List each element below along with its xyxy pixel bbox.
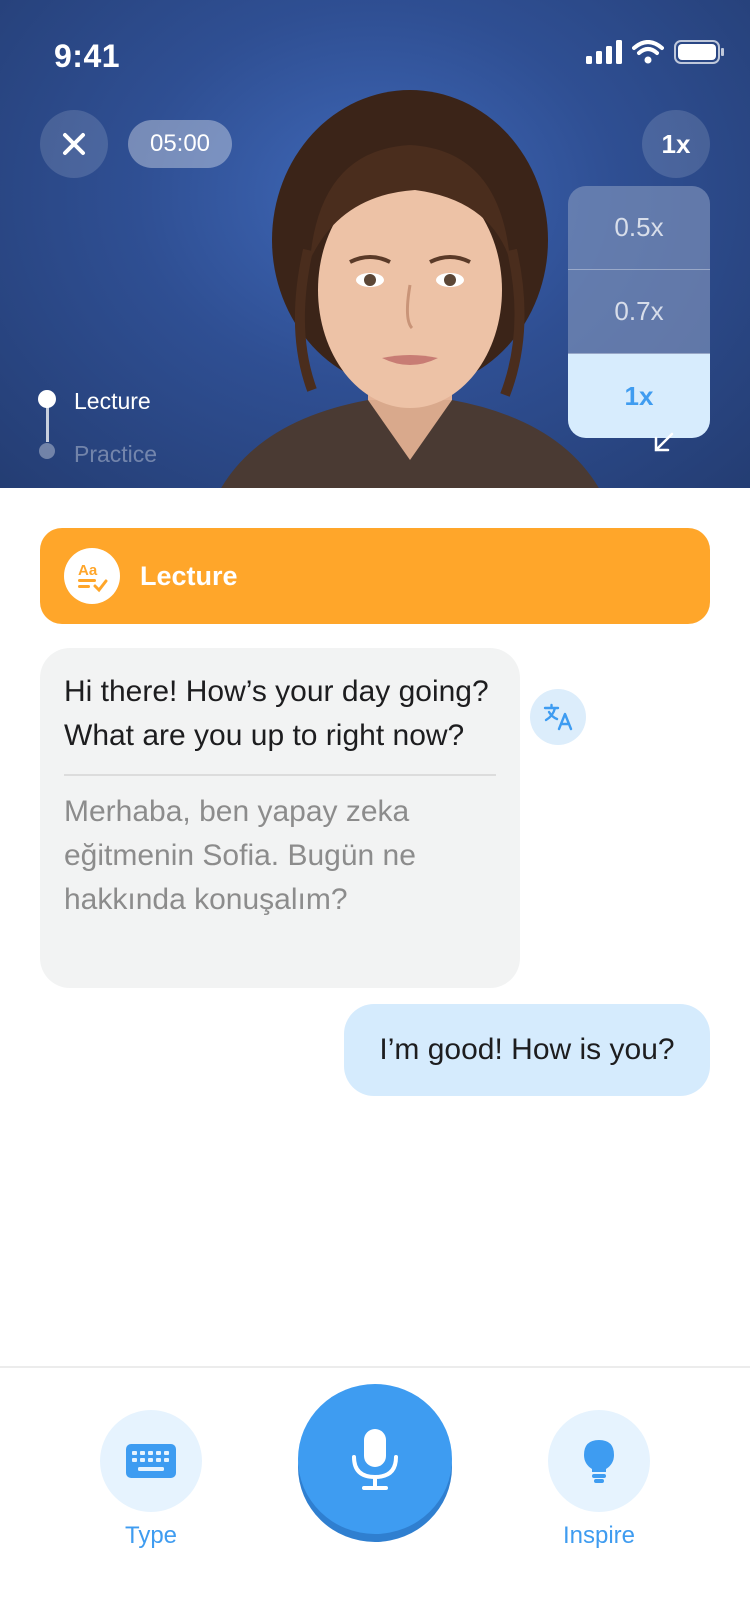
speed-option-0.7x[interactable]: 0.7x bbox=[568, 270, 710, 354]
microphone-button[interactable] bbox=[298, 1384, 452, 1534]
close-button[interactable] bbox=[40, 110, 108, 178]
text-check-icon: Aa bbox=[78, 562, 108, 593]
cellular-signal-icon bbox=[586, 40, 622, 64]
lecture-banner-title: Lecture bbox=[140, 560, 238, 591]
battery-icon bbox=[674, 40, 724, 64]
bottom-bar-divider bbox=[0, 1366, 750, 1368]
microphone-icon bbox=[352, 1429, 398, 1490]
inspire-button[interactable] bbox=[548, 1410, 650, 1512]
speed-menu: 0.5x 0.7x 1x bbox=[568, 186, 710, 438]
lecture-banner: Aa Lecture bbox=[40, 528, 710, 624]
svg-text:Aa: Aa bbox=[78, 562, 98, 579]
translate-button[interactable] bbox=[530, 689, 586, 745]
status-time: 9:41 bbox=[54, 38, 121, 74]
wifi-icon bbox=[632, 40, 664, 64]
step-dot-inactive bbox=[39, 443, 55, 459]
session-timer: 05:00 bbox=[128, 120, 232, 168]
type-label[interactable]: Type bbox=[81, 1522, 221, 1550]
lecture-badge: Aa bbox=[64, 548, 120, 604]
step-label-practice: Practice bbox=[74, 441, 158, 467]
step-label-lecture: Lecture bbox=[74, 388, 151, 414]
tutor-message-bubble: Hi there! How’s your day going? What are… bbox=[40, 648, 520, 988]
status-icons bbox=[586, 40, 724, 64]
keyboard-icon bbox=[126, 1444, 176, 1478]
collapse-arrow-icon[interactable] bbox=[652, 430, 676, 454]
speed-option-1x[interactable]: 1x bbox=[568, 354, 710, 438]
speed-option-0.5x[interactable]: 0.5x bbox=[568, 186, 710, 270]
tutor-message-translation: Merhaba, ben yapay zeka eğitmenin Sofia.… bbox=[64, 795, 416, 916]
user-message-bubble: I’m good! How is you? bbox=[344, 1004, 710, 1096]
tutor-avatar bbox=[221, 90, 599, 488]
lightbulb-icon bbox=[584, 1440, 614, 1483]
translation-divider bbox=[64, 774, 496, 776]
type-button[interactable] bbox=[100, 1410, 202, 1512]
playback-speed-button[interactable]: 1x bbox=[642, 110, 710, 178]
step-connector bbox=[46, 406, 49, 442]
tutor-video: 9:41 05:00 1x 0.5x 0.7x 1x Lecture Pract… bbox=[0, 0, 750, 488]
translate-icon bbox=[543, 703, 573, 731]
close-icon bbox=[63, 133, 85, 155]
tutor-message-text: Hi there! How’s your day going? What are… bbox=[64, 675, 489, 752]
inspire-label[interactable]: Inspire bbox=[529, 1522, 669, 1550]
